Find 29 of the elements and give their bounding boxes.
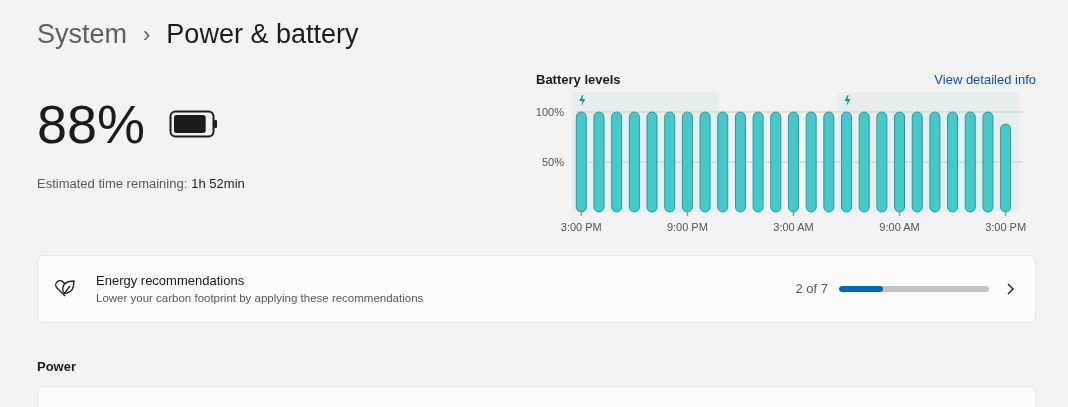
x-tick [1004,208,1007,217]
x-tick-label: 9:00 PM [666,221,708,233]
x-tick [580,208,583,217]
card-title: Energy recommendations [96,271,246,290]
view-detailed-info-link[interactable]: View detailed info [934,70,1036,90]
chevron-right-icon [1005,282,1015,296]
y-tick-label: 100% [535,106,564,118]
time-remaining-label: Estimated time remaining: [37,175,188,193]
battery-icon [169,110,220,138]
x-tick-label: 3:00 AM [773,221,814,233]
recommendation-count: 2 of 7 [795,280,828,299]
battery-percentage: 88% [37,97,146,151]
lightning-icon [579,95,586,106]
time-remaining-value: 1h 52min [191,175,245,193]
y-tick-label: 50% [541,156,564,168]
section-heading: Power [37,358,77,376]
lightning-icon [844,95,851,106]
energy-recommendations-card[interactable]: Energy recommendations Lower your carbon footprint by applying these recommendations 2 of 7 [37,255,1036,323]
breadcrumb-parent[interactable]: System [37,13,128,55]
x-tick [898,208,901,217]
x-tick [792,208,795,217]
x-tick-label: 9:00 AM [879,221,920,233]
x-tick [686,208,689,217]
x-tick-label: 3:00 PM [985,221,1027,233]
card-subtitle: Lower your carbon footprint by applying these recommendations [96,291,425,307]
page-title: Power & battery [166,17,359,51]
breadcrumb-separator: › [143,20,151,49]
x-tick-label: 3:00 PM [560,221,602,233]
chart-title: Battery levels [536,71,621,90]
